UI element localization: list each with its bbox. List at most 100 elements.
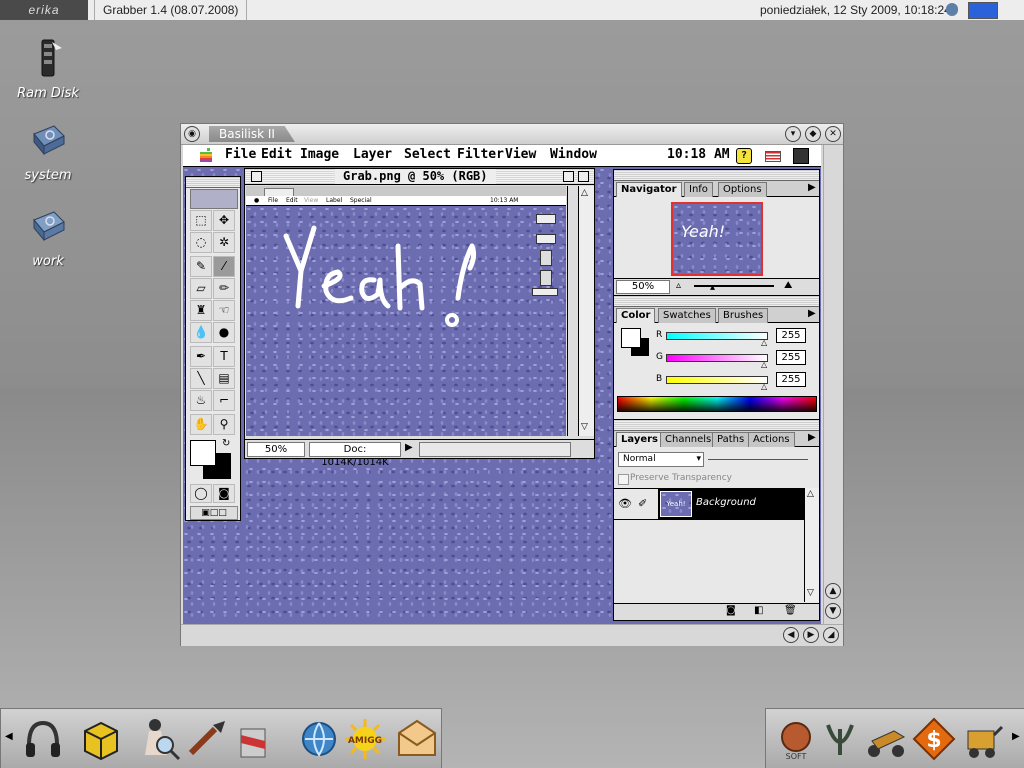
document-titlebar[interactable]: Grab.png @ 50% (RGB) [245, 169, 594, 185]
window-titlebar[interactable]: ◉ Basilisk II ▾ ◆ ✕ [181, 124, 843, 145]
menu-edit[interactable]: Edit [261, 147, 292, 162]
minimize-icon[interactable]: ▾ [785, 126, 801, 142]
channel-g-slider[interactable] [666, 354, 768, 362]
doc-collapse-icon[interactable] [578, 171, 589, 182]
close-icon[interactable]: ✕ [825, 126, 841, 142]
app-switcher-icon[interactable] [793, 148, 809, 164]
type-tool-icon[interactable]: T [213, 346, 235, 367]
doc-zoom-icon[interactable] [563, 171, 574, 182]
resize-grip-icon[interactable]: ◢ [823, 627, 839, 643]
menu-image[interactable]: Image [300, 147, 339, 162]
window-horizontal-scrollbar[interactable]: ◀ ▶ ◢ [181, 624, 843, 646]
mail-envelope-icon[interactable] [395, 715, 439, 763]
layers-scroll-up-icon[interactable]: △ [807, 489, 814, 499]
screen-mode-buttons[interactable]: ▣□□ [190, 506, 238, 520]
zoom-out-icon[interactable]: ▵ [676, 280, 681, 291]
dock-scroll-left-icon[interactable]: ◀ [5, 731, 13, 742]
doc-vertical-scrollbar[interactable] [567, 186, 578, 436]
swap-colors-icon[interactable]: ↻ [222, 438, 230, 449]
money-game-icon[interactable]: $ [912, 715, 956, 763]
window-menu-icon[interactable]: ◉ [184, 126, 200, 142]
blend-mode-select[interactable]: Normal ▾ [618, 452, 704, 467]
palette-menu-arrow-icon[interactable]: ▶ [808, 182, 816, 193]
palette-titlebar[interactable] [614, 296, 819, 307]
tab-brushes[interactable]: Brushes [718, 308, 769, 323]
menu-filter[interactable]: Filter [457, 147, 504, 162]
palette-titlebar[interactable] [614, 170, 819, 181]
layer-brush-icon[interactable]: ✐ [638, 497, 647, 510]
dock-scroll-right-icon[interactable]: ▶ [1012, 731, 1020, 742]
channel-g-value[interactable]: 255 [776, 350, 806, 365]
opacity-slider[interactable] [708, 459, 808, 460]
pencil-tool-icon[interactable]: ✏ [213, 278, 235, 299]
lasso-tool-icon[interactable]: ◌ [190, 232, 212, 253]
tab-layers[interactable]: Layers [616, 432, 663, 447]
doc-info-arrow-icon[interactable]: ▶ [405, 442, 413, 453]
channel-g-handle[interactable]: △ [761, 360, 767, 369]
scroll-right-icon[interactable]: ▶ [803, 627, 819, 643]
desktop-icon-work[interactable]: work [3, 206, 93, 269]
quick-mask-icon[interactable]: ◙ [213, 484, 235, 503]
marquee-tool-icon[interactable]: ⬚ [190, 210, 212, 231]
channel-b-value[interactable]: 255 [776, 372, 806, 387]
channel-b-handle[interactable]: △ [761, 382, 767, 391]
standard-mode-icon[interactable]: ◯ [190, 484, 212, 503]
blur-tool-icon[interactable]: 💧 [190, 322, 212, 343]
desktop-icon-ram-disk[interactable]: Ram Disk [3, 38, 93, 101]
gradient-tool-icon[interactable]: ▤ [213, 368, 235, 389]
foreground-color-swatch-top[interactable] [190, 440, 216, 466]
layer-name[interactable]: Background [696, 497, 756, 508]
eye-logo-icon[interactable] [190, 189, 238, 209]
layers-scrollbar[interactable]: △ ▽ [804, 488, 819, 602]
magic-wand-icon[interactable]: ✲ [213, 232, 235, 253]
line-tool-icon[interactable]: ╲ [190, 368, 212, 389]
robot-game-icon[interactable] [960, 715, 1004, 763]
flag-icon[interactable] [765, 151, 781, 162]
apple-menu-icon[interactable] [199, 148, 213, 163]
hand-tool-icon[interactable]: ✋ [190, 414, 212, 435]
dodge-tool-icon[interactable]: ● [213, 322, 235, 343]
tab-swatches[interactable]: Swatches [658, 308, 716, 323]
palette-titlebar[interactable] [186, 177, 240, 188]
active-app-title[interactable]: Grabber 1.4 (08.07.2008) [94, 0, 248, 20]
desktop-icon-system[interactable]: system [3, 120, 93, 183]
help-icon[interactable]: ? [736, 148, 752, 164]
tank-game-icon[interactable] [864, 715, 908, 763]
navigator-preview[interactable]: Yeah! [671, 202, 763, 276]
doc-scroll-up-icon[interactable]: △ [581, 188, 588, 198]
image-canvas[interactable]: ● File Edit View Label Special 10:13 AM [246, 186, 566, 436]
trash-icon[interactable]: 🗑 [784, 605, 797, 616]
browser-globe-icon[interactable] [297, 715, 341, 763]
emulator-screen[interactable]: File Edit Image Layer Select Filter View… [183, 145, 821, 624]
palette-menu-arrow-icon[interactable]: ▶ [808, 308, 816, 319]
menu-select[interactable]: Select [404, 147, 451, 162]
tab-paths[interactable]: Paths [712, 432, 750, 447]
palette-titlebar[interactable] [614, 420, 819, 431]
channel-r-handle[interactable]: △ [761, 338, 767, 347]
tab-options[interactable]: Options [718, 182, 767, 197]
system-logo[interactable]: erika [0, 0, 88, 20]
eyedropper-tool-icon[interactable]: ⌐ [213, 390, 235, 411]
layer-row-background[interactable]: 👁 ✐ Yeah! Background [614, 488, 804, 520]
tab-actions[interactable]: Actions [748, 432, 795, 447]
doc-scroll-track[interactable]: △ ▽ [578, 186, 594, 436]
palette-menu-arrow-icon[interactable]: ▶ [808, 432, 816, 443]
network-icon[interactable] [946, 3, 958, 16]
layer-mask-icon[interactable]: ◙ [726, 605, 736, 616]
channel-b-slider[interactable] [666, 376, 768, 384]
navigator-zoom-slider-handle[interactable]: ▴ [710, 282, 715, 293]
navigator-zoom-slider[interactable] [694, 285, 774, 287]
color-foreground-swatch[interactable] [621, 328, 641, 348]
doc-close-icon[interactable] [251, 171, 262, 182]
layer-visibility-eye-icon[interactable]: 👁 [618, 497, 632, 510]
quake-icon[interactable] [818, 715, 862, 763]
preserve-transparency-checkbox[interactable] [618, 474, 629, 485]
tab-channels[interactable]: Channels [660, 432, 717, 447]
tab-info[interactable]: Info [684, 182, 713, 197]
search-magnifier-icon[interactable] [139, 715, 183, 763]
workspace-switcher[interactable] [968, 2, 998, 19]
package-box-icon[interactable] [79, 715, 123, 763]
doc-horizontal-scrollbar[interactable] [419, 442, 571, 457]
doc-size-info[interactable]: Doc: 1014K/1014K [309, 442, 401, 468]
paintbrush-icon[interactable] [185, 715, 229, 763]
